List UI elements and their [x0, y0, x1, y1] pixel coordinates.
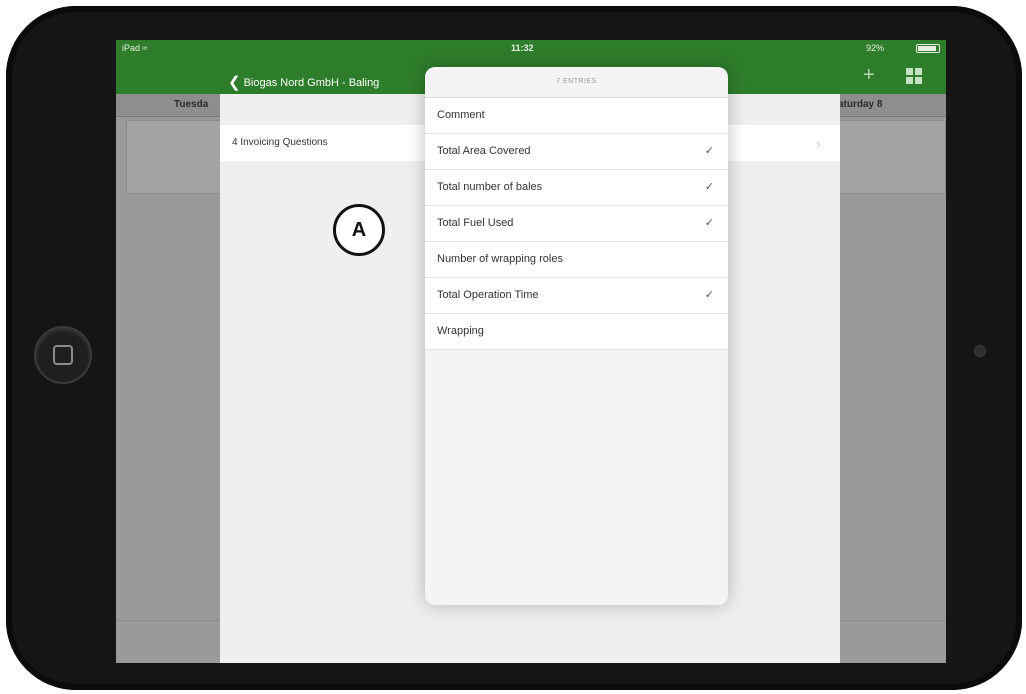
invoicing-questions-label: 4 Invoicing Questions: [232, 137, 328, 148]
back-button[interactable]: ❮ Biogas Nord GmbH - Baling: [228, 74, 380, 91]
grid-view-icon[interactable]: [906, 68, 922, 84]
chevron-right-icon: ›: [816, 135, 821, 151]
entry-item-comment[interactable]: Comment: [425, 98, 728, 134]
entries-list: Comment Total Area Covered ✓ Total numbe…: [425, 98, 728, 350]
entry-item-number-of-wrapping-roles[interactable]: Number of wrapping roles: [425, 242, 728, 278]
entry-label: Total Area Covered: [437, 145, 531, 157]
entry-label: Comment: [437, 109, 485, 121]
battery-percent: 92%: [866, 43, 885, 53]
status-bar: iPad ≈ 11:32 92%: [116, 40, 946, 56]
checkmark-icon: ✓: [704, 217, 714, 229]
add-icon[interactable]: +: [863, 64, 875, 87]
entry-label: Total number of bales: [437, 181, 543, 193]
checkmark-icon: ✓: [704, 145, 714, 157]
home-button[interactable]: [34, 326, 92, 384]
entry-label: Total Fuel Used: [437, 217, 514, 229]
popover-title: 7 ENTRIES: [425, 67, 728, 98]
checkmark-icon: ✓: [704, 181, 714, 193]
status-time: 11:32: [511, 43, 534, 53]
calendar-day-tuesday[interactable]: Tuesda: [174, 99, 208, 110]
entries-popover: 7 ENTRIES Comment Total Area Covered ✓ T…: [425, 67, 728, 605]
entry-item-total-operation-time[interactable]: Total Operation Time ✓: [425, 278, 728, 314]
home-button-icon: [53, 345, 73, 365]
chevron-left-icon: ❮: [228, 74, 241, 91]
front-camera: [975, 346, 985, 356]
back-button-label: Biogas Nord GmbH - Baling: [243, 77, 380, 89]
entry-item-total-area-covered[interactable]: Total Area Covered ✓: [425, 134, 728, 170]
annotation-marker-a: A: [333, 204, 385, 256]
calendar-day-saturday[interactable]: aturday 8: [838, 99, 882, 110]
entry-item-total-fuel-used[interactable]: Total Fuel Used ✓: [425, 206, 728, 242]
popover-pointer: [408, 131, 422, 155]
entry-item-total-number-of-bales[interactable]: Total number of bales ✓: [425, 170, 728, 206]
battery-fill: [918, 46, 936, 51]
carrier-label: iPad ≈: [122, 43, 148, 53]
entry-label: Wrapping: [437, 325, 484, 337]
battery-icon: [916, 44, 940, 53]
entry-item-wrapping[interactable]: Wrapping: [425, 314, 728, 350]
checkmark-icon: ✓: [704, 289, 714, 301]
entry-label: Total Operation Time: [437, 289, 539, 301]
entry-label: Number of wrapping roles: [437, 253, 563, 265]
